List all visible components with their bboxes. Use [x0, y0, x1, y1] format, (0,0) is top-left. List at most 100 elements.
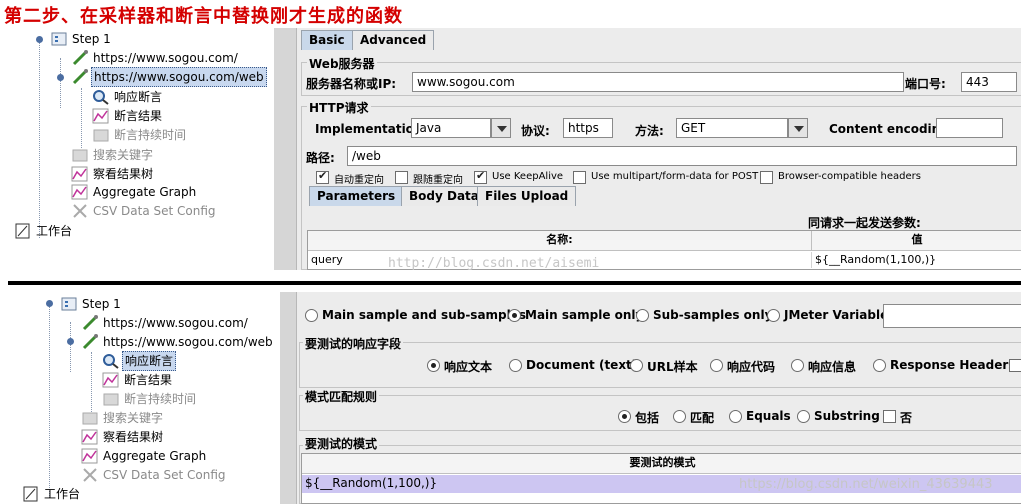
ignore-status-checkbox[interactable] — [1009, 359, 1021, 372]
tree-node-aggregate-graph[interactable]: Aggregate Graph — [71, 183, 198, 201]
tab-basic[interactable]: Basic — [301, 30, 353, 50]
column-header-value[interactable]: 值 — [812, 231, 1021, 251]
magnifier-icon — [92, 89, 110, 105]
radio-response-headers[interactable] — [873, 359, 886, 372]
graph-icon — [102, 372, 120, 388]
implementation-select[interactable]: Java — [411, 118, 491, 138]
tree-node-view-results-tree[interactable]: 察看结果树 — [71, 165, 155, 183]
magnifier-icon — [102, 353, 120, 369]
implementation-dropdown-icon[interactable] — [491, 118, 511, 138]
tree-node-sogou-root[interactable]: https://www.sogou.com/ — [71, 49, 240, 67]
jmeter-variable-field[interactable] — [883, 304, 1021, 328]
multipart-checkbox[interactable] — [573, 171, 586, 184]
tree-node-sogou-root[interactable]: https://www.sogou.com/ — [81, 314, 250, 332]
tree-node-assertion-results[interactable]: 断言结果 — [92, 107, 164, 125]
radio-url-sample[interactable] — [630, 359, 643, 372]
tree-node-label: 工作台 — [36, 224, 73, 238]
tree-node-search-keyword[interactable]: 搜索关键字 — [81, 409, 165, 427]
method-dropdown-icon[interactable] — [788, 118, 808, 138]
server-field[interactable]: www.sogou.com — [412, 72, 904, 92]
tree-node-workbench[interactable]: 工作台 — [22, 485, 82, 503]
radio-response-code[interactable] — [710, 359, 723, 372]
tree-node-label: https://www.sogou.com/web — [103, 335, 273, 349]
tree-node-label: Step 1 — [72, 32, 111, 46]
tree-node-label: CSV Data Set Config — [93, 204, 216, 218]
radio-url-sample-label: URL样本 — [647, 360, 698, 374]
tab-body-data[interactable]: Body Data — [401, 186, 487, 206]
radio-contains[interactable] — [618, 410, 631, 423]
tree-node-duration-assertion[interactable]: 断言持续时间 — [92, 126, 188, 144]
tree-node-step1[interactable]: Step 1 — [50, 30, 113, 48]
tree-node-csv-data-set[interactable]: CSV Data Set Config — [71, 202, 218, 220]
tree-node-label: 察看结果树 — [103, 430, 164, 444]
tree-node-csv-data-set[interactable]: CSV Data Set Config — [81, 466, 228, 484]
radio-main-only-label: Main sample only — [525, 308, 644, 322]
radio-equals[interactable] — [729, 410, 742, 423]
radio-main-and-sub[interactable] — [305, 309, 318, 322]
column-header-name[interactable]: 名称: — [308, 231, 812, 251]
not-checkbox[interactable] — [883, 410, 896, 423]
graph-icon — [92, 108, 110, 124]
radio-jmeter-variable-label: JMeter Variable — [784, 308, 889, 322]
tree-node-label: 响应断言 — [114, 90, 163, 104]
tab-parameters[interactable]: Parameters — [309, 186, 404, 206]
radio-response-message-label: 响应信息 — [808, 360, 857, 374]
param-value-cell[interactable]: ${__Random(1,100,)} — [812, 252, 1021, 268]
radio-document-text[interactable] — [509, 359, 522, 372]
tree-node-label: 察看结果树 — [93, 167, 154, 181]
tree-node-sogou-web[interactable]: https://www.sogou.com/web — [71, 67, 267, 87]
bottom-split-divider[interactable] — [280, 292, 296, 504]
radio-matches-label: 匹配 — [690, 411, 715, 425]
browser-headers-checkbox[interactable] — [760, 171, 773, 184]
follow-redirect-checkbox[interactable] — [395, 171, 408, 184]
workbench-icon — [22, 486, 40, 502]
tree-node-duration-assertion[interactable]: 断言持续时间 — [102, 390, 198, 408]
keepalive-checkbox[interactable] — [474, 169, 487, 184]
radio-response-text[interactable] — [427, 359, 440, 372]
encoding-field[interactable] — [936, 118, 1003, 138]
top-watermark: http://blog.csdn.net/aisemi — [388, 256, 600, 271]
port-field[interactable]: 443 — [961, 72, 1017, 92]
tree-node-label: https://www.sogou.com/ — [93, 51, 238, 65]
tree-node-label: 搜索关键字 — [103, 411, 164, 425]
radio-main-only[interactable] — [508, 309, 521, 322]
thread-group-icon — [50, 31, 68, 47]
disabled-element-icon — [81, 410, 99, 426]
top-split-divider[interactable] — [274, 28, 296, 270]
browser-headers-label: Browser-compatible headers — [778, 171, 921, 182]
redirect-auto-checkbox[interactable] — [316, 169, 329, 184]
tree-node-workbench[interactable]: 工作台 — [14, 222, 74, 240]
tree-node-label: 断言持续时间 — [114, 128, 187, 142]
disabled-element-icon — [102, 391, 120, 407]
radio-substring[interactable] — [797, 410, 810, 423]
tree-node-label: 断言结果 — [124, 373, 173, 387]
multipart-label: Use multipart/form-data for POST — [591, 171, 759, 182]
tree-node-view-results-tree[interactable]: 察看结果树 — [81, 428, 165, 446]
tree-node-label: Aggregate Graph — [93, 185, 197, 199]
radio-substring-label: Substring — [814, 409, 880, 423]
pattern-rules-title: 模式匹配规则 — [303, 388, 380, 405]
radio-matches[interactable] — [673, 410, 686, 423]
radio-sub-only[interactable] — [636, 309, 649, 322]
tree-node-aggregate-graph[interactable]: Aggregate Graph — [81, 447, 208, 465]
http-request-title: HTTP请求 — [307, 99, 371, 116]
protocol-field[interactable]: https — [563, 118, 613, 138]
method-select[interactable]: GET — [676, 118, 788, 138]
patterns-column-header[interactable]: 要测试的模式 — [302, 454, 1021, 474]
radio-response-headers-label: Response Headers — [890, 358, 1016, 372]
tree-node-sogou-web[interactable]: https://www.sogou.com/web — [81, 333, 275, 351]
tree-node-assertion-results[interactable]: 断言结果 — [102, 371, 174, 389]
tree-node-response-assertion[interactable]: 响应断言 — [92, 88, 164, 106]
tree-node-label: https://www.sogou.com/web — [91, 67, 267, 87]
scissors-icon — [81, 467, 99, 483]
radio-jmeter-variable[interactable] — [767, 309, 780, 322]
radio-response-message[interactable] — [791, 359, 804, 372]
tree-node-response-assertion[interactable]: 响应断言 — [102, 351, 177, 371]
workbench-icon — [14, 223, 32, 239]
path-field[interactable]: /web — [347, 146, 1017, 166]
tree-node-search-keyword[interactable]: 搜索关键字 — [71, 146, 155, 164]
tab-advanced[interactable]: Advanced — [352, 30, 435, 50]
tab-files-upload[interactable]: Files Upload — [477, 186, 577, 206]
tree-node-label: 断言持续时间 — [124, 392, 197, 406]
tree-node-step1[interactable]: Step 1 — [60, 295, 123, 313]
